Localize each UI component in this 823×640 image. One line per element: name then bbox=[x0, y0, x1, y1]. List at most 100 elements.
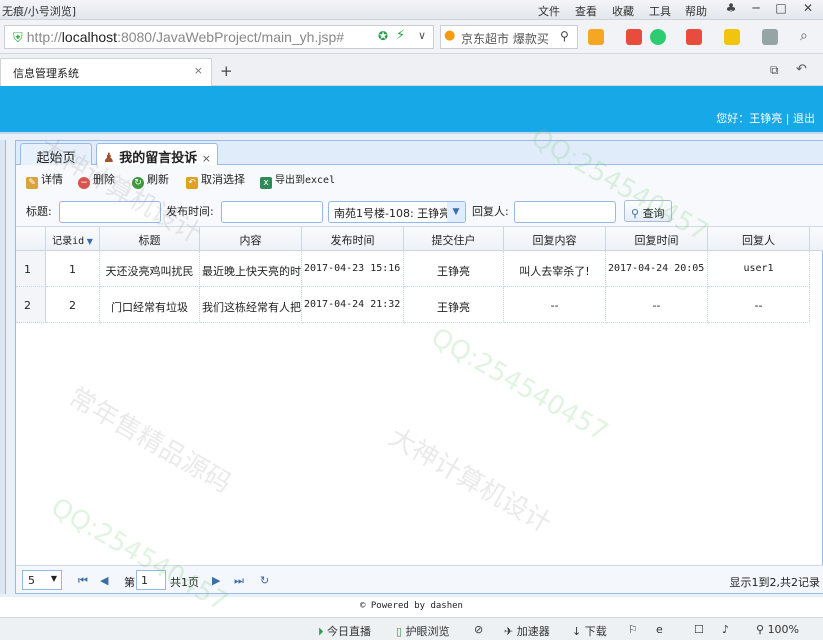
refresh-label: 刷新 bbox=[147, 173, 169, 186]
reload-icon[interactable]: ↻ bbox=[260, 574, 269, 587]
apps-icon[interactable] bbox=[588, 29, 604, 45]
accelerator-label: 加速器 bbox=[516, 625, 550, 638]
column-header-content[interactable]: 内容 bbox=[200, 227, 302, 251]
resident-select[interactable]: 南苑1号楼-108: 王铮亮 ▼ bbox=[328, 201, 466, 223]
restore-tabs-icon[interactable]: ⧉ bbox=[770, 63, 779, 78]
title-input[interactable] bbox=[59, 201, 161, 223]
live-label: 今日直播 bbox=[327, 625, 371, 638]
skin-icon[interactable]: ♣ bbox=[720, 1, 742, 18]
menu-view[interactable]: 查看 bbox=[575, 3, 597, 19]
download-icon: ↓ bbox=[572, 625, 582, 638]
page-size-value: 5 bbox=[28, 574, 35, 587]
delete-button[interactable]: − 删除 bbox=[78, 171, 115, 189]
download-button[interactable]: ↓ 下载 bbox=[572, 623, 607, 639]
tab-my-complaints[interactable]: ♟ 我的留言投诉 × bbox=[96, 143, 218, 166]
cell-reply-time: 2017-04-24 20:05 bbox=[606, 251, 708, 287]
title-label: 标题: bbox=[26, 205, 52, 218]
column-header-reply-time[interactable]: 回复时间 bbox=[606, 227, 708, 251]
menu-help[interactable]: 帮助 bbox=[685, 3, 707, 19]
content-panel: 起始页 ♟ 我的留言投诉 × ✎ 详情 − 删除 ↻ 刷新 ↶ 取消选择 x 导出到exc… bbox=[15, 140, 823, 594]
translate-icon[interactable] bbox=[626, 29, 642, 45]
footer-text: © Powered by dashen bbox=[360, 601, 463, 611]
compat-icon[interactable]: ✪ bbox=[378, 29, 388, 43]
edit-icon: ✎ bbox=[26, 177, 38, 189]
new-tab-button[interactable]: + bbox=[220, 62, 233, 80]
live-button[interactable]: ⏵ 今日直播 bbox=[318, 623, 371, 639]
ie-icon[interactable]: e bbox=[656, 623, 663, 636]
maximize-icon[interactable]: □ bbox=[770, 1, 792, 18]
undo-close-icon[interactable]: ↶ bbox=[796, 62, 807, 77]
tab-my-complaints-label: 我的留言投诉 bbox=[119, 151, 198, 166]
menu-file[interactable]: 文件 bbox=[538, 3, 560, 19]
refresh-button[interactable]: ↻ 刷新 bbox=[132, 171, 169, 189]
next-page-icon[interactable]: ▶ bbox=[212, 574, 220, 587]
gift-icon[interactable] bbox=[724, 29, 740, 45]
tab-close-icon[interactable]: × bbox=[202, 152, 211, 165]
minimize-icon[interactable]: ─ bbox=[745, 1, 767, 18]
flag-icon[interactable]: ⚐ bbox=[628, 623, 638, 636]
cell-content: 最近晚上快天亮的时 bbox=[200, 251, 302, 287]
refresh-icon: ↻ bbox=[132, 177, 144, 189]
cell-publish-time: 2017-04-23 15:16 bbox=[302, 251, 404, 287]
column-header-reply-content[interactable]: 回复内容 bbox=[504, 227, 606, 251]
speed-icon[interactable]: ⊘ bbox=[474, 623, 483, 636]
accelerator-button[interactable]: ✈ 加速器 bbox=[504, 623, 550, 639]
eye-icon: ▯ bbox=[396, 625, 403, 638]
screenshot-icon[interactable] bbox=[762, 29, 778, 45]
url-input[interactable]: ⛨ http://localhost:8080/JavaWebProject/ma… bbox=[4, 25, 434, 49]
cell-title: 门口经常有垃圾 bbox=[100, 287, 200, 323]
column-header-replier[interactable]: 回复人 bbox=[708, 227, 810, 251]
export-excel-label: 导出到excel bbox=[275, 175, 336, 186]
search-input[interactable]: 京东超市 爆款买 bbox=[440, 25, 578, 49]
cancel-select-button[interactable]: ↶ 取消选择 bbox=[186, 171, 245, 189]
user-info[interactable]: 您好：王铮亮 | 退出 bbox=[716, 110, 815, 126]
column-header-publish-time[interactable]: 发布时间 bbox=[302, 227, 404, 251]
publish-time-input[interactable] bbox=[221, 201, 323, 223]
first-page-icon[interactable]: ⏮ bbox=[78, 574, 88, 588]
row-number: 2 bbox=[16, 287, 46, 323]
window-icon[interactable]: ☐ bbox=[694, 623, 704, 636]
work-area: 起始页 ♟ 我的留言投诉 × ✎ 详情 − 删除 ↻ 刷新 ↶ 取消选择 x 导出到exc… bbox=[0, 132, 823, 597]
shield-icon: ⛨ bbox=[13, 30, 23, 45]
close-window-icon[interactable]: ✕ bbox=[797, 1, 819, 18]
west-collapse-strip[interactable] bbox=[0, 140, 6, 594]
pager-summary: 显示1到2,共2记录 bbox=[729, 576, 821, 589]
sound-icon[interactable]: ♪ bbox=[722, 623, 729, 636]
column-header-reply-time-label: 回复时间 bbox=[634, 234, 679, 247]
eye-protect-button[interactable]: ▯ 护眼浏览 bbox=[396, 623, 450, 639]
detail-button[interactable]: ✎ 详情 bbox=[26, 171, 63, 189]
browser-tab[interactable]: 信息管理系统 × bbox=[0, 58, 212, 86]
url-dropdown-icon[interactable]: ∨ bbox=[418, 29, 426, 42]
pdf-icon[interactable] bbox=[686, 29, 702, 45]
window-title: 无痕/小号浏览] bbox=[2, 5, 76, 18]
page-size-select[interactable]: 5 ▼ bbox=[22, 570, 62, 590]
lightning-icon[interactable]: ⚡ bbox=[396, 28, 405, 43]
column-header-id[interactable]: 记录id ▼ bbox=[46, 227, 100, 251]
prev-page-icon[interactable]: ◀ bbox=[100, 574, 108, 587]
column-header-title[interactable]: 标题 bbox=[100, 227, 200, 251]
url-path: :8080/JavaWebProject/main_yh.jsp# bbox=[117, 29, 345, 45]
url-host: localhost bbox=[61, 29, 118, 45]
panel-tabs: 起始页 ♟ 我的留言投诉 × bbox=[16, 141, 823, 166]
browser-tab-close-icon[interactable]: × bbox=[194, 64, 203, 77]
security-icon[interactable] bbox=[650, 29, 666, 45]
search-icon[interactable]: ⚲ bbox=[560, 29, 569, 43]
page-number-input[interactable]: 1 bbox=[136, 570, 166, 590]
menu-favorites[interactable]: 收藏 bbox=[612, 3, 634, 19]
zoom-control[interactable]: ⚲ 100% bbox=[756, 623, 799, 636]
download-label: 下载 bbox=[584, 625, 607, 638]
row-number: 1 bbox=[16, 251, 46, 287]
chevron-down-icon[interactable]: ▼ bbox=[447, 202, 465, 222]
menu-tools[interactable]: 工具 bbox=[649, 3, 671, 19]
last-page-icon[interactable]: ⏭ bbox=[234, 574, 244, 588]
search-icon: ⚲ bbox=[631, 207, 640, 220]
chevron-down-icon: ▼ bbox=[50, 574, 57, 583]
find-icon[interactable]: ⌕ bbox=[800, 28, 808, 44]
column-header-resident[interactable]: 提交住户 bbox=[404, 227, 504, 251]
export-excel-button[interactable]: x 导出到excel bbox=[260, 171, 335, 189]
url-scheme: http:// bbox=[26, 29, 62, 45]
replier-input[interactable] bbox=[514, 201, 616, 223]
tab-home[interactable]: 起始页 bbox=[20, 143, 92, 166]
pagination-bar: 5 ▼ ⏮ ◀ 第 1 共1页 ▶ ⏭ ↻ 显示1到2,共2记录 bbox=[16, 565, 823, 593]
query-button[interactable]: ⚲ 查询 bbox=[624, 200, 672, 222]
